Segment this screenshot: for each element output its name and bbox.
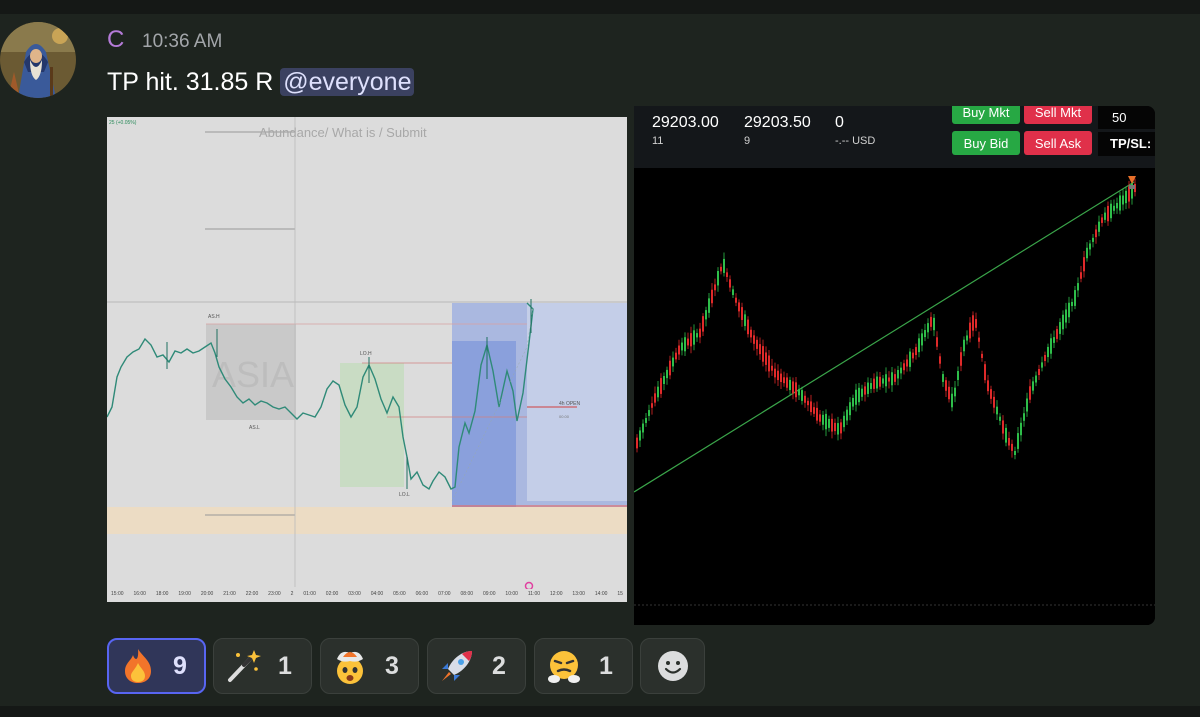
time-axis: 15:00 16:00 18:00 19:00 20:00 21:00 22:0… [107,591,627,601]
asia-high-label: AS.H [208,314,220,320]
time-tick: 06:00 [415,591,429,597]
ask-price: 29203.50 [744,114,811,131]
trade-panel: 29203.00 11 29203.50 9 0 -.-- USD Buy Mk… [634,106,1155,168]
message-timestamp: 10:36 AM [142,31,223,52]
reaction-count: 9 [173,651,187,680]
time-tick: 14:00 [594,591,608,597]
reaction-magic-wand[interactable]: 1 [213,638,312,694]
open-value-label: 00.00 [559,414,570,419]
position-currency: -.-- USD [835,135,876,147]
add-reaction-button[interactable] [640,638,705,694]
attachment-image-right[interactable]: 29203.00 11 29203.50 9 0 -.-- USD Buy Mk… [634,106,1155,625]
author-name[interactable]: C [107,26,124,54]
everyone-mention[interactable]: @everyone [280,68,415,96]
message-content: TP hit. 31.85 R @everyone [107,64,415,100]
time-tick: 2 [290,591,294,597]
ask-size: 9 [744,135,751,147]
time-tick: 13:00 [572,591,585,597]
time-tick: 08:00 [460,591,474,597]
reaction-steam-nose[interactable]: 1 [534,638,633,694]
exploding-head-icon [337,651,363,684]
rocket-icon [442,651,472,681]
bid-size: 11 [652,135,664,147]
reaction-count: 1 [278,651,292,680]
time-tick: 23:00 [268,591,281,597]
fire-icon [125,649,151,683]
time-tick: 03:00 [348,591,361,597]
buy-market-button[interactable]: Buy Mkt [952,106,1020,124]
asia-watermark: ASIA [212,354,294,395]
buy-bid-button[interactable]: Buy Bid [952,131,1020,155]
reaction-count: 2 [492,651,506,680]
sell-market-button[interactable]: Sell Mkt [1024,106,1092,124]
time-tick: 02:00 [325,591,339,597]
light-price-chart: ASIA Abundance/ What is / Submit 25 (+0.… [107,117,627,602]
avatar[interactable] [0,22,76,98]
time-tick: 21:00 [223,591,236,597]
reaction-exploding-head[interactable]: 3 [320,638,419,694]
reaction-count: 3 [385,651,399,680]
time-tick: 05:00 [393,591,406,597]
asia-low-label: AS.L [249,425,260,431]
tpsl-field[interactable]: TP/SL: [1098,132,1155,156]
reaction-count: 1 [599,651,613,680]
change-tag: 25 (+0.05%) [109,120,137,126]
sell-ask-button[interactable]: Sell Ask [1024,131,1092,155]
chart-header-text: Abundance/ What is / Submit [259,125,427,140]
time-tick: 04:00 [370,591,384,597]
steam-nose-icon [548,651,580,683]
time-tick: 18:00 [155,591,169,597]
time-tick: 01:00 [303,591,316,597]
time-tick: 16:00 [133,591,146,597]
time-tick: 20:00 [200,591,214,597]
add-reaction-icon [657,651,688,681]
dark-price-chart [634,168,1155,625]
bottom-bar [0,706,1200,717]
time-tick: 11:00 [527,591,541,597]
london-high-label: LO.H [360,351,372,357]
message-text: TP hit. 31.85 R [107,68,274,96]
reaction-rocket[interactable]: 2 [427,638,526,694]
magic-wand-icon [228,650,261,682]
quantity-input[interactable]: 50 [1098,106,1155,129]
open-4h-label: 4h OPEN [559,401,581,407]
time-tick: 10:00 [505,591,518,597]
time-tick: 15:00 [111,591,124,597]
time-tick: 09:00 [482,591,496,597]
time-tick: 15 [617,591,623,597]
time-tick: 07:00 [438,591,451,597]
attachment-image-left[interactable]: ASIA Abundance/ What is / Submit 25 (+0.… [107,117,627,602]
top-bar [0,0,1200,14]
time-tick: 19:00 [178,591,191,597]
bid-price: 29203.00 [652,114,719,131]
position-value: 0 [835,114,844,131]
reaction-fire[interactable]: 9 [107,638,206,694]
london-low-label: LO.L [399,492,410,498]
time-tick: 22:00 [245,591,259,597]
time-tick: 12:00 [549,591,563,597]
